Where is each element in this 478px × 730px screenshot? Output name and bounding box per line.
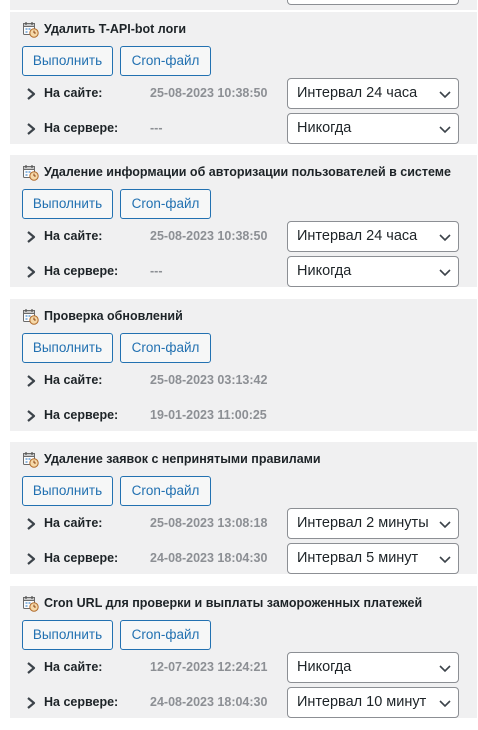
site-row[interactable]: На сайте: 12-07-2023 12:24:21 Никогда [22,652,462,684]
task-title-row: Удалить T-API-bot логи [22,20,186,38]
server-interval-value: Никогда [297,263,352,279]
site-row[interactable]: На сайте: 25-08-2023 13:08:18 Интервал 2… [22,508,462,540]
server-label: На сервере: [44,408,119,422]
task-title: Удаление заявок с непринятыми правилами [44,452,321,466]
server-row[interactable]: На сервере: 24-08-2023 18:04:30 Интервал… [22,543,462,575]
site-interval-value: Никогда [297,659,352,675]
server-label: На сервере: [44,121,119,135]
server-last-run-time: --- [150,121,163,135]
chevron-down-icon [439,91,451,99]
server-interval-select[interactable]: Интервал 5 минут [287,543,459,574]
site-last-run-time: 25-08-2023 13:08:18 [150,516,268,530]
server-label: На сервере: [44,551,119,565]
site-last-run-time: 25-08-2023 03:13:42 [150,373,268,387]
server-label: На сервере: [44,264,119,278]
cron-task-panel: Проверка обновлений Выполнить Cron-файл … [10,299,477,431]
task-title: Удалить T-API-bot логи [44,22,187,36]
task-title-row: Проверка обновлений [22,307,183,325]
server-label: На сервере: [44,695,119,709]
cron-file-button[interactable]: Cron-файл [120,333,211,363]
server-interval-select[interactable]: Никогда [287,256,459,287]
cron-task-panel: Удаление заявок с непринятыми правилами … [10,442,477,574]
server-row[interactable]: На сервере: 24-08-2023 18:04:30 Интервал… [22,687,462,719]
calendar-clock-icon [23,308,39,325]
calendar-clock-icon [23,451,39,468]
site-label: На сайте: [44,229,103,243]
chevron-down-icon [439,126,451,134]
site-last-run-time: 12-07-2023 12:24:21 [150,660,268,674]
chevron-right-icon[interactable] [24,695,38,711]
task-title: Удаление информации об авторизации польз… [44,165,451,179]
site-interval-select[interactable]: Интервал 2 минуты [287,508,459,539]
cron-file-button[interactable]: Cron-файл [120,46,211,76]
server-interval-value: Интервал 5 минут [297,550,419,566]
cron-file-button[interactable]: Cron-файл [120,476,211,506]
chevron-right-icon[interactable] [24,86,38,102]
chevron-right-icon[interactable] [24,660,38,676]
chevron-right-icon[interactable] [24,229,38,245]
chevron-right-icon[interactable] [24,264,38,280]
site-interval-value: Интервал 24 часа [297,228,418,244]
site-label: На сайте: [44,660,103,674]
site-interval-select[interactable]: Никогда [287,652,459,683]
site-label: На сайте: [44,86,103,100]
chevron-down-icon [439,269,451,277]
chevron-down-icon [439,700,451,708]
calendar-clock-icon [23,21,39,38]
site-last-run-time: 25-08-2023 10:38:50 [150,86,268,100]
server-last-run-time: 24-08-2023 18:04:30 [150,695,268,709]
site-row[interactable]: На сайте: 25-08-2023 10:38:50 Интервал 2… [22,221,462,253]
chevron-right-icon[interactable] [24,516,38,532]
task-title: Cron URL для проверки и выплаты замороже… [44,596,423,610]
cron-task-panel: Cron URL для проверки и выплаты замороже… [10,586,477,718]
chevron-down-icon [439,521,451,529]
site-interval-select[interactable]: Интервал 24 часа [287,78,459,109]
task-title: Проверка обновлений [44,309,183,323]
cron-task-panel: Удаление информации об авторизации польз… [10,155,477,287]
chevron-down-icon [439,234,451,242]
run-button[interactable]: Выполнить [22,620,113,650]
site-label: На сайте: [44,516,103,530]
server-last-run-time: 24-08-2023 18:04:30 [150,551,268,565]
chevron-right-icon[interactable] [24,373,38,389]
chevron-right-icon[interactable] [24,121,38,137]
cron-task-panel: Удалить T-API-bot логи Выполнить Cron-фа… [10,12,477,144]
server-row[interactable]: На сервере: 19-01-2023 11:00:25 [22,400,462,432]
previous-task-panel-edge [10,0,477,10]
server-row[interactable]: На сервере: --- Никогда [22,113,462,145]
chevron-right-icon[interactable] [24,408,38,424]
run-button[interactable]: Выполнить [22,333,113,363]
site-interval-select[interactable]: Интервал 24 часа [287,221,459,252]
previous-interval-select-edge[interactable] [287,0,459,5]
chevron-down-icon [439,665,451,673]
site-interval-value: Интервал 24 часа [297,85,418,101]
server-interval-select[interactable]: Интервал 10 минут [287,687,459,718]
site-interval-value: Интервал 2 минуты [297,515,429,531]
server-last-run-time: 19-01-2023 11:00:25 [150,408,267,422]
server-interval-select[interactable]: Никогда [287,113,459,144]
site-label: На сайте: [44,373,103,387]
server-interval-value: Интервал 10 минут [297,694,427,710]
site-row[interactable]: На сайте: 25-08-2023 10:38:50 Интервал 2… [22,78,462,110]
server-last-run-time: --- [150,264,163,278]
server-interval-value: Никогда [297,120,352,136]
cron-file-button[interactable]: Cron-файл [120,189,211,219]
site-row[interactable]: На сайте: 25-08-2023 03:13:42 [22,365,462,397]
cron-file-button[interactable]: Cron-файл [120,620,211,650]
calendar-clock-icon [23,164,39,181]
server-row[interactable]: На сервере: --- Никогда [22,256,462,288]
task-title-row: Cron URL для проверки и выплаты замороже… [22,594,422,612]
task-title-row: Удаление информации об авторизации польз… [22,163,451,181]
run-button[interactable]: Выполнить [22,476,113,506]
run-button[interactable]: Выполнить [22,46,113,76]
run-button[interactable]: Выполнить [22,189,113,219]
chevron-right-icon[interactable] [24,551,38,567]
calendar-clock-icon [23,595,39,612]
chevron-down-icon [439,556,451,564]
task-title-row: Удаление заявок с непринятыми правилами [22,450,321,468]
site-last-run-time: 25-08-2023 10:38:50 [150,229,268,243]
